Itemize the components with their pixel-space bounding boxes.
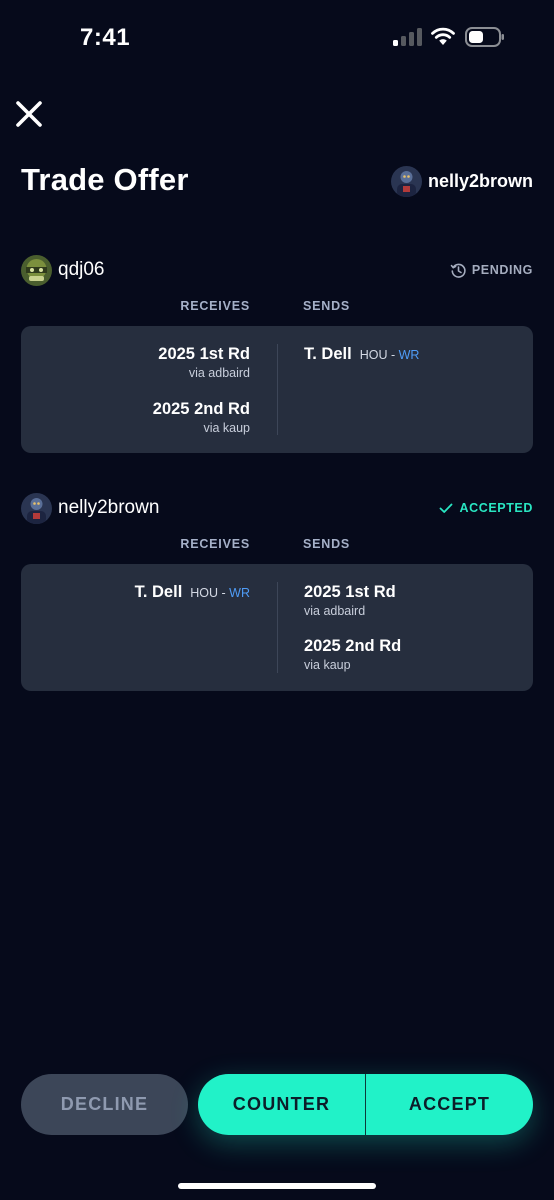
pick-title: 2025 2nd Rd	[304, 637, 402, 655]
close-icon	[16, 101, 42, 127]
accept-button[interactable]: ACCEPT	[366, 1074, 533, 1135]
player-item[interactable]: T. Dell HOU - WR	[304, 345, 419, 364]
player-name: T. Dell	[134, 583, 183, 601]
header-username: nelly2brown	[427, 171, 533, 191]
pick-via: via kaup	[304, 658, 351, 672]
draft-pick[interactable]: 2025 2nd Rd via kaup	[153, 400, 250, 435]
draft-pick[interactable]: 2025 1st Rd via adbaird	[158, 345, 250, 380]
draft-pick[interactable]: 2025 1st Rd via adbaird	[304, 583, 396, 618]
draft-pick[interactable]: 2025 2nd Rd via kaup	[304, 637, 401, 672]
decline-button[interactable]: DECLINE	[21, 1074, 188, 1135]
trade-side-qdj06: qdj06 PENDING RECEIVES SENDS 2025 1st Rd…	[21, 254, 533, 453]
player-position: WR	[398, 348, 420, 362]
receives-header: RECEIVES	[180, 537, 250, 551]
checkmark-icon	[440, 503, 453, 513]
battery-icon	[465, 27, 504, 47]
pick-via: via adbaird	[188, 366, 250, 380]
sends-header: SENDS	[303, 299, 351, 313]
counter-accept-group: COUNTER ACCEPT	[198, 1074, 533, 1135]
pick-via: via adbaird	[304, 604, 366, 618]
pick-title: 2025 1st Rd	[304, 583, 396, 601]
pick-title: 2025 1st Rd	[158, 345, 250, 363]
status-badge: PENDING	[450, 262, 533, 279]
trade-card: T. Dell HOU - WR 2025 1st Rd via adbaird…	[21, 564, 533, 691]
trade-card: 2025 1st Rd via adbaird 2025 2nd Rd via …	[21, 326, 533, 453]
status-label: ACCEPTED	[459, 501, 533, 515]
column-divider	[277, 344, 278, 435]
status-badge: ACCEPTED	[438, 500, 533, 516]
clock-history-icon	[450, 263, 466, 278]
close-button[interactable]	[12, 97, 46, 131]
wifi-icon	[431, 27, 455, 45]
pick-via: via kaup	[203, 421, 250, 435]
owner-name: nelly2brown	[58, 497, 160, 518]
cellular-signal-icon	[393, 28, 423, 46]
team-owner[interactable]: qdj06	[21, 254, 105, 286]
page-title: Trade Offer	[21, 162, 189, 197]
avatar	[21, 492, 52, 524]
trade-offer-screen: 7:41 Trade Offer nelly2brown qdj06 PENDI…	[0, 0, 554, 1200]
receives-header: RECEIVES	[180, 299, 250, 313]
trade-side-nelly2brown: nelly2brown ACCEPTED RECEIVES SENDS T. D…	[21, 492, 533, 691]
home-indicator[interactable]	[178, 1183, 376, 1189]
avatar	[21, 254, 52, 286]
header-user[interactable]: nelly2brown	[390, 166, 533, 197]
status-time: 7:41	[80, 24, 131, 51]
sends-header: SENDS	[303, 537, 351, 551]
player-item[interactable]: T. Dell HOU - WR	[135, 583, 250, 602]
owner-name: qdj06	[58, 259, 105, 280]
status-label: PENDING	[471, 263, 533, 277]
status-bar: 7:41	[0, 0, 554, 70]
team-owner[interactable]: nelly2brown	[21, 492, 160, 524]
column-divider	[277, 582, 278, 673]
player-position: WR	[229, 586, 250, 600]
avatar	[390, 166, 422, 197]
player-team: HOU - WR	[190, 586, 250, 600]
pick-title: 2025 2nd Rd	[152, 400, 250, 418]
player-team: HOU - WR	[359, 348, 420, 362]
player-name: T. Dell	[304, 345, 352, 363]
counter-button[interactable]: COUNTER	[198, 1074, 366, 1135]
